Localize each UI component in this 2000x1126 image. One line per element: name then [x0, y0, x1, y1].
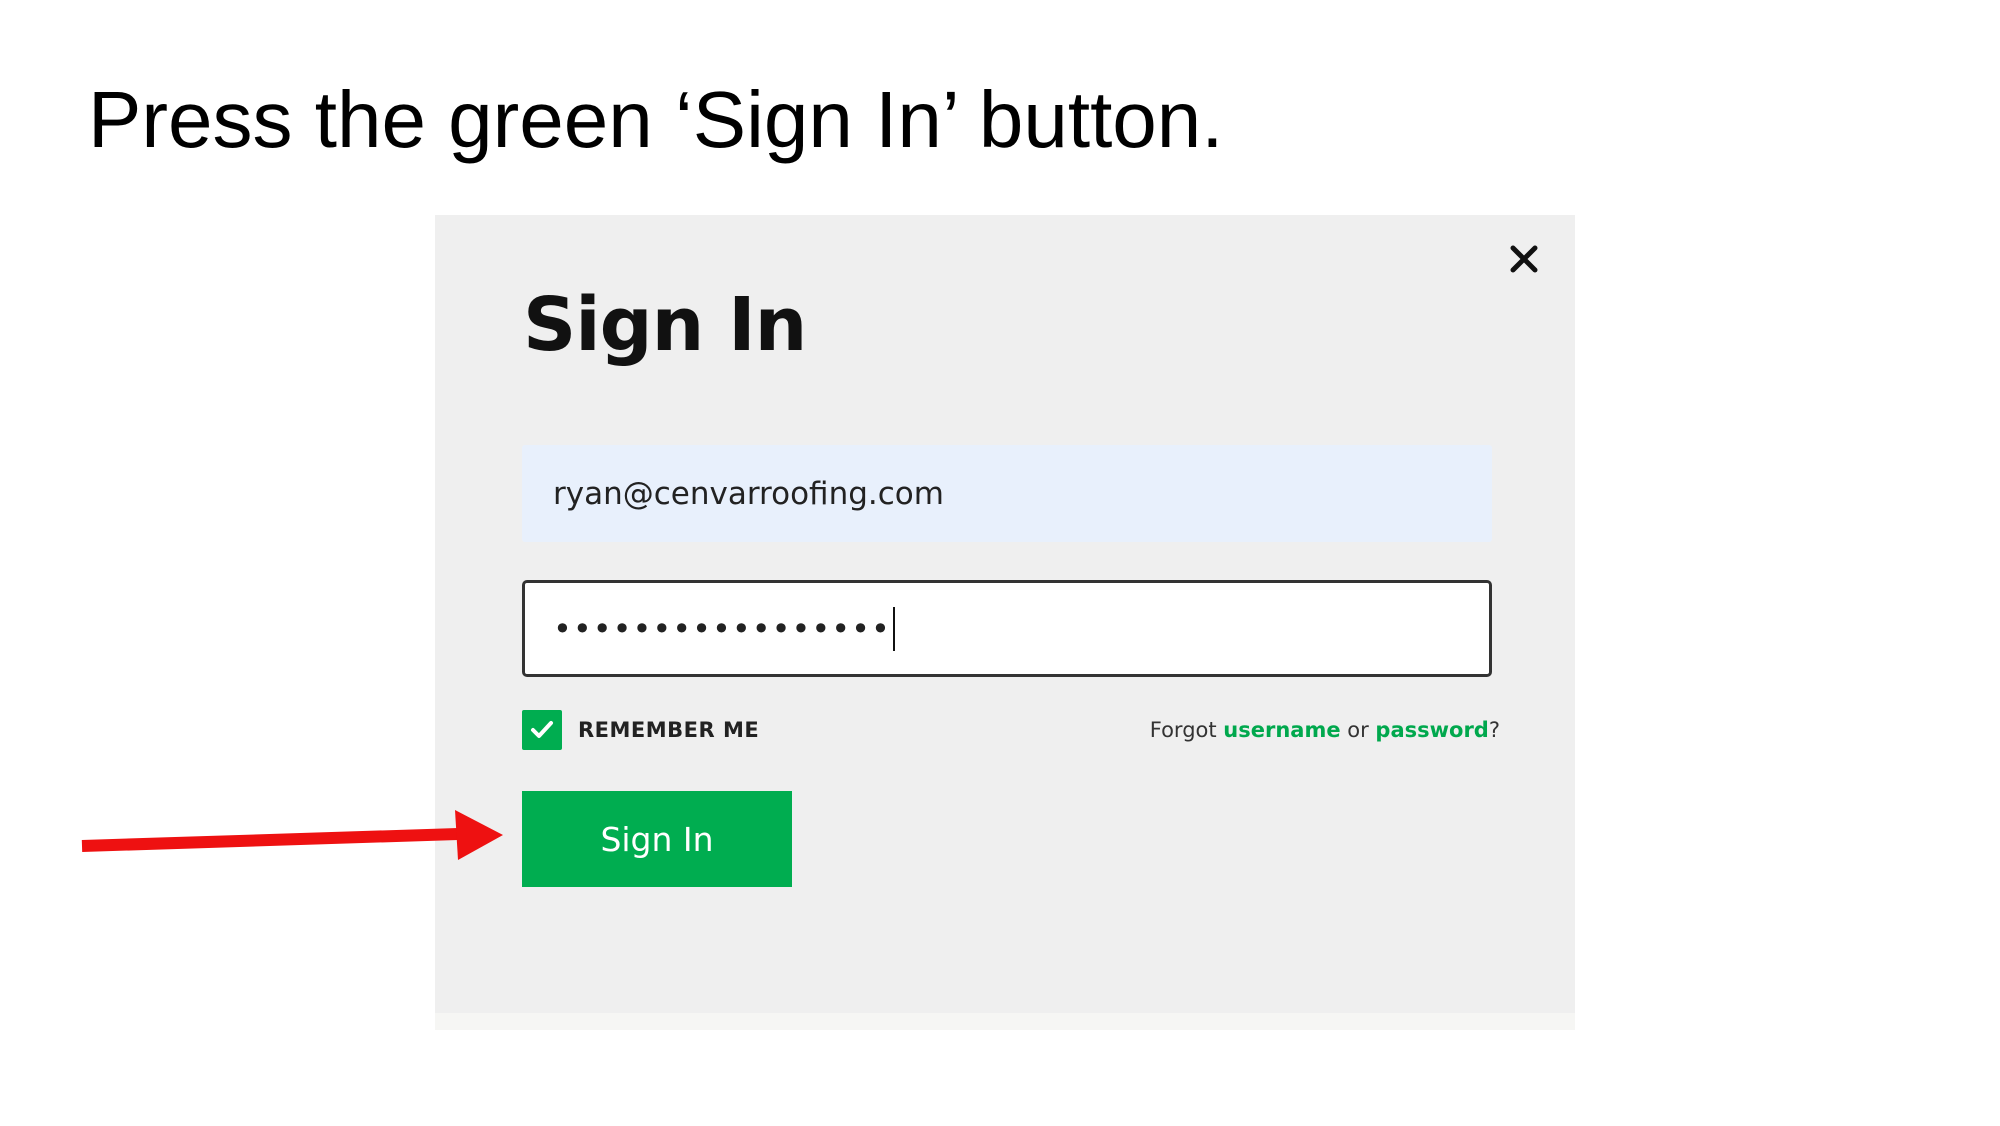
forgot-prefix: Forgot: [1149, 718, 1224, 742]
remember-me-checkbox[interactable]: REMEMBER ME: [522, 710, 759, 750]
email-value: ryan@cenvarroofing.com: [553, 475, 944, 512]
red-arrow-icon: [81, 810, 503, 860]
forgot-credentials: Forgot username or password?: [1150, 718, 1500, 742]
forgot-middle: or: [1340, 718, 1376, 742]
sign-in-modal: Sign In ryan@cenvarroofing.com •••••••••…: [435, 215, 1575, 1030]
sign-in-button[interactable]: Sign In: [522, 791, 792, 887]
password-value: •••••••••••••••••: [553, 609, 891, 648]
modal-bottom-strip: [435, 1013, 1575, 1030]
check-icon[interactable]: [522, 710, 562, 750]
remember-me-label: REMEMBER ME: [578, 718, 760, 742]
instruction-text: Press the green ‘Sign In’ button.: [88, 75, 1224, 164]
close-icon[interactable]: [1508, 243, 1540, 275]
modal-title: Sign In: [523, 282, 807, 368]
forgot-suffix: ?: [1488, 718, 1500, 742]
forgot-username-link[interactable]: username: [1223, 718, 1340, 742]
text-caret: [892, 606, 895, 651]
password-field[interactable]: •••••••••••••••••: [522, 580, 1492, 677]
email-field[interactable]: ryan@cenvarroofing.com: [522, 445, 1492, 542]
forgot-password-link[interactable]: password: [1375, 718, 1488, 742]
